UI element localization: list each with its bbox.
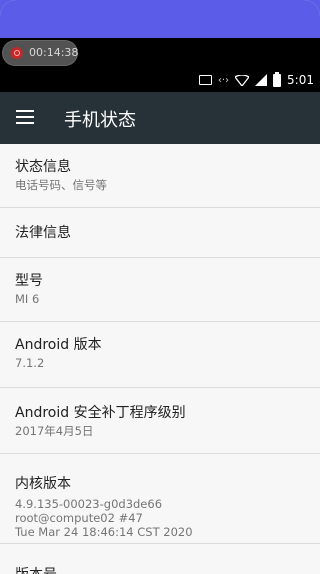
status-bar: ‹·› 5:01 [0,68,320,92]
page-title: 手机状态 [64,110,136,131]
item-title: 状态信息 [15,159,71,175]
cast-icon [198,75,212,85]
item-summary: 7.1.2 [15,356,45,370]
item-title: Android 安全补丁程序级别 [15,405,186,421]
item-summary: 2017年4月5日 [15,424,94,438]
signal-icon [255,74,268,86]
list-item-status-info[interactable]: 状态信息 电话号码、信号等 [0,144,320,208]
status-time: 5:01 [287,73,314,87]
list-item-model[interactable]: 型号 MI 6 [0,258,320,322]
item-title: 型号 [15,273,43,289]
item-summary-line: root@compute02 #47 [15,511,143,525]
list-item-build-number[interactable]: 版本号 [0,544,320,574]
item-title: Android 版本 [15,337,102,353]
data-activity-icon: ‹·› [217,74,230,86]
menu-icon[interactable] [16,110,34,124]
list-item-android-version[interactable]: Android 版本 7.1.2 [0,322,320,388]
item-title: 法律信息 [15,225,71,241]
item-summary-line: Tue Mar 24 18:46:14 CST 2020 [15,525,193,539]
battery-icon [273,71,282,87]
wifi-icon [235,74,250,86]
app-bar: 手机状态 [0,92,320,144]
list-item-security-patch[interactable]: Android 安全补丁程序级别 2017年4月5日 [0,388,320,454]
list-item-kernel-version[interactable]: 内核版本 4.9.135-00023-g0d3de66 root@compute… [0,454,320,544]
settings-list: 状态信息 电话号码、信号等 法律信息 型号 MI 6 Android 版本 7.… [0,144,320,574]
list-item-legal-info[interactable]: 法律信息 [0,208,320,258]
top-frame-band [0,0,320,38]
item-summary: 电话号码、信号等 [15,178,107,192]
record-icon [11,47,23,59]
item-summary-line: 4.9.135-00023-g0d3de66 [15,497,163,511]
item-summary: MI 6 [15,292,40,306]
item-title: 内核版本 [15,476,71,492]
phone-screen: 00:14:38 ‹·› 5:01 手机状态 状态信息 电话号码、信号等 法律信… [0,0,320,574]
recording-indicator[interactable]: 00:14:38 [2,40,78,66]
recording-time: 00:14:38 [29,46,79,59]
item-title: 版本号 [15,566,320,574]
